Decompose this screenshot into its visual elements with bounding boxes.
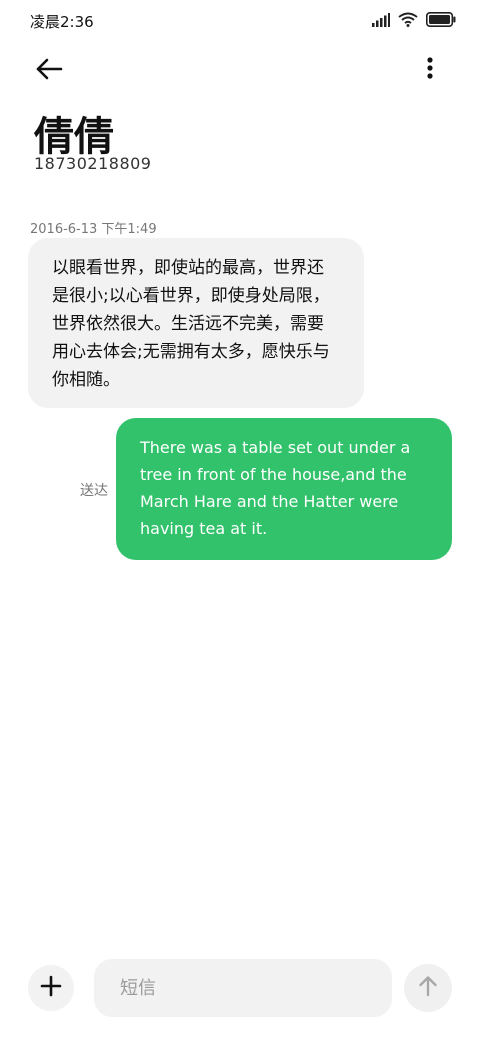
- incoming-message-text: 以眼看世界，即使站的最高，世界还是很小;以心看世界，即使身处局限，世界依然很大。…: [52, 258, 330, 390]
- status-icons: [372, 11, 456, 31]
- status-time: 凌晨2:36: [30, 13, 94, 31]
- message-input-container[interactable]: [94, 959, 392, 1017]
- send-button[interactable]: [404, 964, 452, 1012]
- add-attachment-button[interactable]: [28, 965, 74, 1011]
- outgoing-message-bubble[interactable]: There was a table set out under a tree i…: [116, 418, 452, 560]
- battery-icon: [426, 11, 456, 31]
- plus-icon: [40, 975, 62, 1001]
- delivery-status: 送达: [80, 483, 108, 499]
- status-bar: 凌晨2:36: [0, 0, 480, 40]
- outgoing-message-text: There was a table set out under a tree i…: [140, 438, 411, 538]
- wifi-icon: [398, 12, 418, 31]
- contact-number: 18730218809: [34, 154, 152, 173]
- more-options-button[interactable]: [420, 54, 440, 84]
- back-button[interactable]: [34, 54, 68, 84]
- message-input[interactable]: [118, 976, 368, 1000]
- incoming-message-bubble[interactable]: 以眼看世界，即使站的最高，世界还是很小;以心看世界，即使身处局限，世界依然很大。…: [28, 238, 364, 408]
- arrow-left-icon: [34, 58, 64, 88]
- arrow-up-icon: [416, 974, 440, 1002]
- more-vert-icon: [420, 57, 440, 88]
- message-timestamp: 2016-6-13 下午1:49: [30, 222, 157, 237]
- signal-icon: [372, 12, 390, 31]
